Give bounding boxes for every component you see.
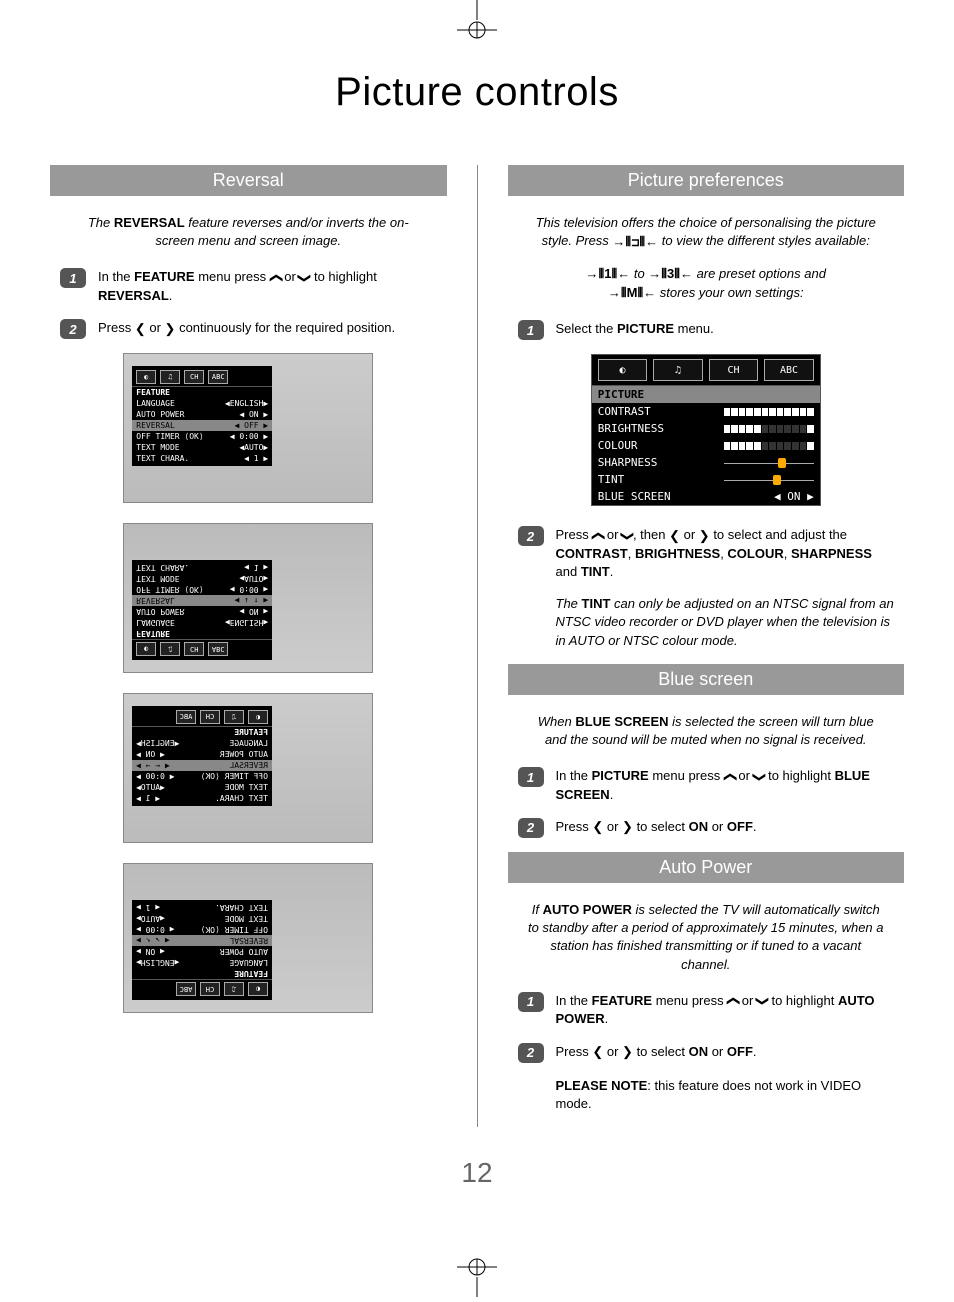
left-arrow-icon: ❮ [135,320,146,338]
step-badge-2: 2 [518,526,544,546]
osd-screenshot-normal: ◐ ♫ CH ABC FEATURE LANGUAGE◀ENGLISH▶ AUT… [123,353,373,503]
preset-3-icon: →⦀3⦀← [648,265,693,283]
preset-m-icon: →⦀M⦀← [608,284,656,302]
reversal-intro: The REVERSAL feature reverses and/or inv… [70,214,427,250]
step-badge-1: 1 [518,992,544,1012]
left-arrow-icon: ❮ [669,527,680,545]
auto-step-1: 1 In the FEATURE menu press ❯ or ❯ to hi… [508,992,905,1029]
left-arrow-icon: ❮ [592,818,603,836]
section-blue-screen: Blue screen [508,664,905,695]
picpref-step-1: 1 Select the PICTURE menu. [508,320,905,340]
down-arrow-icon: ❯ [750,771,768,782]
osd-screenshot-flipped-both: ◐♫CHABC FEATURE LANGUAGE◀ENGLISH▶ AUTO P… [123,863,373,1013]
osd-tab-icon: ABC [208,370,228,384]
auto-intro: If AUTO POWER is selected the TV will au… [528,901,885,974]
down-arrow-icon: ❯ [296,272,314,283]
step-badge-2: 2 [518,1043,544,1063]
osd-tab-icon: CH [709,359,759,381]
osd-tab-icon: ◐ [598,359,648,381]
step-badge-2: 2 [60,319,86,339]
picpref-step-2: 2 Press ❯ or ❯, then ❮ or ❯ to select an… [508,526,905,581]
left-column: Reversal The REVERSAL feature reverses a… [50,165,447,1127]
step-badge-1: 1 [518,320,544,340]
column-separator [477,165,478,1127]
preset-line: →⦀1⦀← to →⦀3⦀← are preset options and →⦀… [528,265,885,302]
crop-mark-bottom [447,1257,507,1302]
step-badge-2: 2 [518,818,544,838]
crop-mark-top [447,0,507,45]
up-arrow-icon: ❯ [724,996,742,1007]
preset-1-icon: →⦀1⦀← [586,265,631,283]
left-arrow-icon: ❮ [592,1043,603,1061]
picture-pref-button-icon: →⦀⊐⦀← [612,233,658,251]
blue-step-2: 2 Press ❮ or ❯ to select ON or OFF. [508,818,905,838]
right-arrow-icon: ❯ [622,818,633,836]
down-arrow-icon: ❯ [753,996,771,1007]
osd-tab-icon: ♫ [653,359,703,381]
section-auto-power: Auto Power [508,852,905,883]
osd-screenshot-flipped-h: ◐♫CHABC FEATURE LANGUAGE◀ENGLISH▶ AUTO P… [123,693,373,843]
right-arrow-icon: ❯ [699,527,710,545]
up-arrow-icon: ❯ [720,771,738,782]
picpref-intro: This television offers the choice of per… [528,214,885,251]
osd-tab-icon: ABC [764,359,814,381]
osd-tab-icon: CH [184,370,204,384]
right-arrow-icon: ❯ [165,320,176,338]
up-arrow-icon: ❯ [589,530,607,541]
picture-osd: ◐ ♫ CH ABC PICTURE CONTRAST BRIGHTNESS C… [591,354,821,506]
osd-tab-icon: ◐ [136,370,156,384]
section-picture-preferences: Picture preferences [508,165,905,196]
reversal-step-2: 2 Press ❮ or ❯ continuously for the requ… [50,319,447,339]
tint-note: The TINT can only be adjusted on an NTSC… [508,595,905,650]
osd-tab-icon: ♫ [160,370,180,384]
step-badge-1: 1 [60,268,86,288]
osd-screenshot-flipped-v: ◐♫CHABC FEATURE LANGUAGE◀ENGLISH▶ AUTO P… [123,523,373,673]
page-number: 12 [50,1157,904,1189]
right-arrow-icon: ❯ [622,1043,633,1061]
step-badge-1: 1 [518,767,544,787]
blue-intro: When BLUE SCREEN is selected the screen … [528,713,885,749]
please-note: PLEASE NOTE: this feature does not work … [508,1077,905,1113]
auto-step-2: 2 Press ❮ or ❯ to select ON or OFF. [508,1043,905,1063]
blue-step-1: 1 In the PICTURE menu press ❯ or ❯ to hi… [508,767,905,804]
section-reversal: Reversal [50,165,447,196]
up-arrow-icon: ❯ [266,272,284,283]
down-arrow-icon: ❯ [618,530,636,541]
reversal-step-1: 1 In the FEATURE menu press ❯ or ❯ to hi… [50,268,447,305]
right-column: Picture preferences This television offe… [508,165,905,1127]
page-title: Picture controls [50,70,904,115]
